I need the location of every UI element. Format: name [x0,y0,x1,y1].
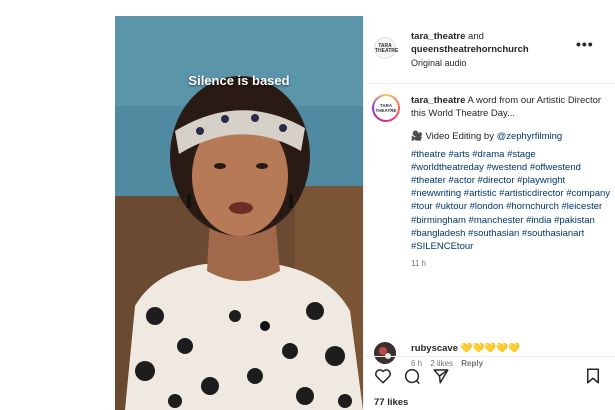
action-bar: 77 likes [364,356,615,410]
hashtags[interactable]: #theatre #arts #drama #stage #worldtheat… [411,148,611,254]
and-text: and [468,31,484,42]
video-caption-overlay: Silence is based [188,73,290,88]
heart-icon[interactable] [374,367,392,385]
post-header: TARA THEATRE tara_theatre and queensthea… [364,16,615,84]
caption-timestamp: 11 h [411,259,426,269]
bookmark-icon[interactable] [584,367,602,385]
post-authors: tara_theatre and queenstheatrehornchurch [411,30,581,56]
editor-mention-link[interactable]: @zephyrfilming [497,131,563,142]
post-details-panel: TARA THEATRE tara_theatre and queensthea… [363,16,615,410]
send-icon[interactable] [432,367,450,385]
comment-body: 💛💛💛💛💛 [460,343,520,354]
video-player[interactable]: Silence is based [115,16,363,410]
commenter-username[interactable]: rubyscave [411,343,458,354]
audio-label[interactable]: Original audio [411,58,467,68]
caption-text: tara_theatre A word from our Artistic Di… [411,94,611,270]
account-avatar[interactable]: TARA THEATRE [374,37,398,59]
author-link-2[interactable]: queenstheatrehornchurch [411,44,529,55]
comment-icon[interactable] [403,367,421,385]
caption-avatar[interactable]: TARA THEATRE [372,94,400,122]
likes-count[interactable]: 77 likes [374,397,408,408]
more-options-button[interactable]: ••• [576,36,594,52]
author-link-1[interactable]: tara_theatre [411,31,465,42]
video-editing-credit: 🎥 Video Editing by @zephyrfilming [411,131,563,143]
caption-username[interactable]: tara_theatre [411,95,465,106]
caption-section: TARA THEATRE tara_theatre A word from ou… [364,84,615,368]
